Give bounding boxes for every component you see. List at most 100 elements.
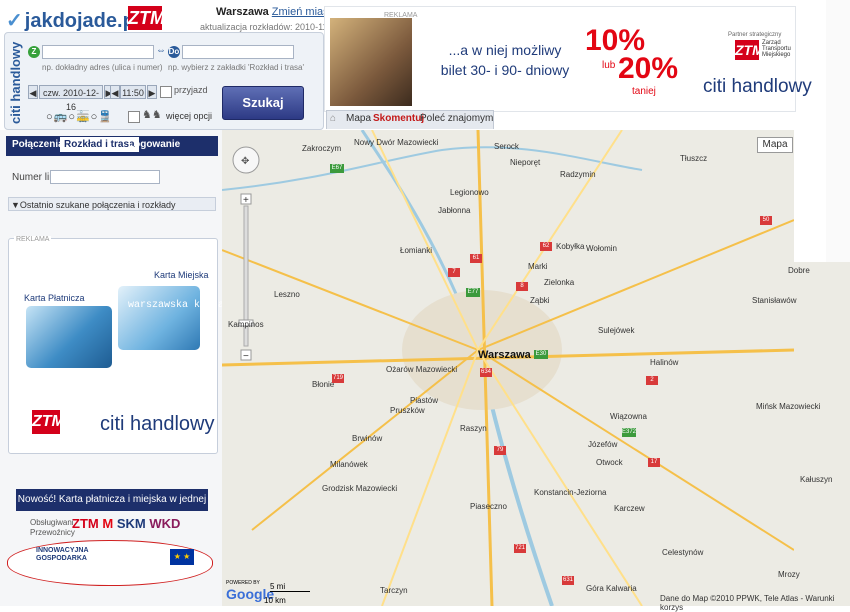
ztm-carrier-icon: ZTM: [72, 516, 99, 531]
ad-ztm-logo: ZTM: [735, 40, 764, 60]
arrival-checkbox[interactable]: [160, 86, 172, 98]
place-label: Wiązowna: [610, 412, 647, 421]
tab-polaczenia[interactable]: Połączenia: [12, 139, 64, 150]
road-marker: 62: [540, 242, 552, 251]
site-logo[interactable]: ✓ jakdojade.pl: [6, 8, 140, 33]
to-pin-icon: Do: [168, 46, 180, 58]
place-label: Dobre: [788, 266, 810, 275]
place-label: Radzymin: [560, 170, 596, 179]
ad-partner-label: Partner strategiczny: [728, 32, 782, 38]
more-options-checkbox[interactable]: [128, 111, 140, 123]
ad-ztm-text: Zarząd Transportu Miejskiego: [762, 40, 791, 58]
place-label: Serock: [494, 142, 519, 151]
more-options-link[interactable]: więcej opcji: [166, 111, 212, 121]
time-field[interactable]: 11:50: [120, 85, 146, 99]
place-label: Mińsk Mazowiecki: [756, 402, 821, 411]
time-prev-button[interactable]: ◀: [110, 85, 120, 99]
served-carriers-label: Obsługiwani Przewoźnicy: [30, 518, 75, 537]
place-label: Raszyn: [460, 424, 487, 433]
road-marker: 17: [648, 458, 660, 467]
city-map-label: Warszawa: [478, 349, 531, 361]
arrival-label: przyjazd: [174, 85, 208, 95]
eu-flag-icon: ★ ★: [170, 549, 194, 565]
date-field[interactable]: czw. 2010-12-16: [39, 85, 103, 112]
place-label: Tarczyn: [380, 586, 408, 595]
from-input[interactable]: [42, 45, 154, 59]
news-banner[interactable]: Nowość! Karta płatnicza i miejska w jedn…: [16, 489, 208, 511]
place-label: Jabłonna: [438, 206, 471, 215]
place-label: Kałuszyn: [800, 475, 833, 484]
metro-icon: M: [102, 516, 114, 531]
recent-searches-toggle[interactable]: ▼Ostatnio szukane połączenia i rozkłady: [8, 197, 216, 211]
place-label: Sulejówek: [598, 326, 635, 335]
map-area[interactable]: [222, 130, 794, 606]
place-label: Józefów: [588, 440, 618, 449]
svg-text:−: −: [243, 351, 249, 362]
map-zoom-control[interactable]: ✥ + −: [228, 146, 264, 369]
euroroute-marker: E67: [330, 164, 344, 173]
road-marker: 2: [646, 376, 658, 385]
map-side-strip: [826, 0, 850, 262]
current-city: Warszawa: [216, 6, 269, 18]
update-info: aktualizacja rozkładów: 2010-11-15: [200, 22, 341, 32]
tab-logowanie[interactable]: Logowanie: [128, 139, 180, 150]
home-icon[interactable]: ⌂: [330, 113, 336, 124]
city-card-image: [118, 286, 200, 350]
place-label: Leszno: [274, 290, 300, 299]
ad-photo: [330, 18, 412, 106]
tab-rozklad-i-trasa[interactable]: Rozkład i trasa: [60, 137, 139, 152]
ad-citi-logo: citi handlowy: [703, 76, 812, 97]
svg-text:✥: ✥: [241, 156, 249, 167]
payment-card-image: [26, 306, 112, 368]
place-label: Tłuszcz: [680, 154, 708, 163]
left-ad-label: REKLAMA: [14, 236, 52, 243]
place-label: Milanówek: [330, 460, 368, 469]
place-label: Nieporęt: [510, 158, 541, 167]
place-label: Mrozy: [778, 570, 800, 579]
tab-skomentuj[interactable]: Skomentuj: [373, 113, 424, 124]
ad-text: ...a w niej możliwy bilet 30- i 90- dniow…: [440, 42, 570, 78]
to-hint: np. wybierz z zakładki 'Rozkład i trasa': [168, 63, 304, 72]
place-label: Halinów: [650, 358, 679, 367]
place-label: Ząbki: [530, 296, 550, 305]
logo-text: jakdojade.pl: [24, 10, 141, 32]
transport-type-icons[interactable]: ○🚌○🚋○🚆: [46, 110, 113, 123]
map-copyright[interactable]: Dane do Map ©2010 PPWK, Tele Atlas - War…: [660, 594, 850, 612]
place-label: Zielonka: [544, 278, 575, 287]
place-label: Konstancin-Jeziorna: [534, 488, 607, 497]
place-label: Piaseczno: [470, 502, 507, 511]
tab-polec-znajomym[interactable]: Poleć znajomym: [420, 113, 493, 124]
euroroute-marker: E372: [622, 428, 637, 437]
svg-text:+: +: [243, 195, 249, 206]
place-label: Ożarów Mazowiecki: [386, 365, 458, 374]
scale-km: 10 km: [264, 596, 286, 605]
to-input[interactable]: [182, 45, 294, 59]
place-label: Marki: [528, 262, 548, 271]
city-line: Warszawa Zmień miasto: [216, 6, 338, 18]
date-prev-button[interactable]: ◀: [28, 85, 38, 99]
skm-icon: SKM: [116, 516, 146, 531]
map-right-extension[interactable]: [794, 262, 850, 606]
tab-mapa[interactable]: Mapa: [346, 113, 371, 124]
left-citi-logo: citi handlowy: [100, 413, 215, 435]
from-pin-icon: Z: [28, 46, 40, 58]
check-icon: ✓: [6, 10, 23, 32]
time-next-button[interactable]: ▶: [147, 85, 157, 99]
carrier-logos: ZTM M SKM WKD: [72, 516, 180, 531]
ad-taniej: taniej: [632, 86, 656, 97]
from-hint: np. dokładny adres (ulica i numer): [42, 63, 163, 72]
place-label: Grodzisk Mazowiecki: [322, 484, 398, 493]
ztm-logo: ZTM: [128, 6, 165, 30]
swap-icon[interactable]: ⇔: [156, 45, 166, 56]
line-number-input[interactable]: [50, 170, 160, 184]
place-label: Otwock: [596, 458, 623, 467]
road-marker: 634: [480, 368, 492, 377]
ad-lub: lub: [602, 60, 616, 71]
search-button[interactable]: Szukaj: [222, 86, 304, 120]
place-label: Wołomin: [586, 244, 617, 253]
map-type-button[interactable]: Mapa: [757, 137, 793, 153]
place-label: Błonie: [312, 380, 335, 389]
road-marker: 721: [514, 544, 526, 553]
place-label: Brwinów: [352, 434, 383, 443]
road-marker: 79: [494, 446, 506, 455]
